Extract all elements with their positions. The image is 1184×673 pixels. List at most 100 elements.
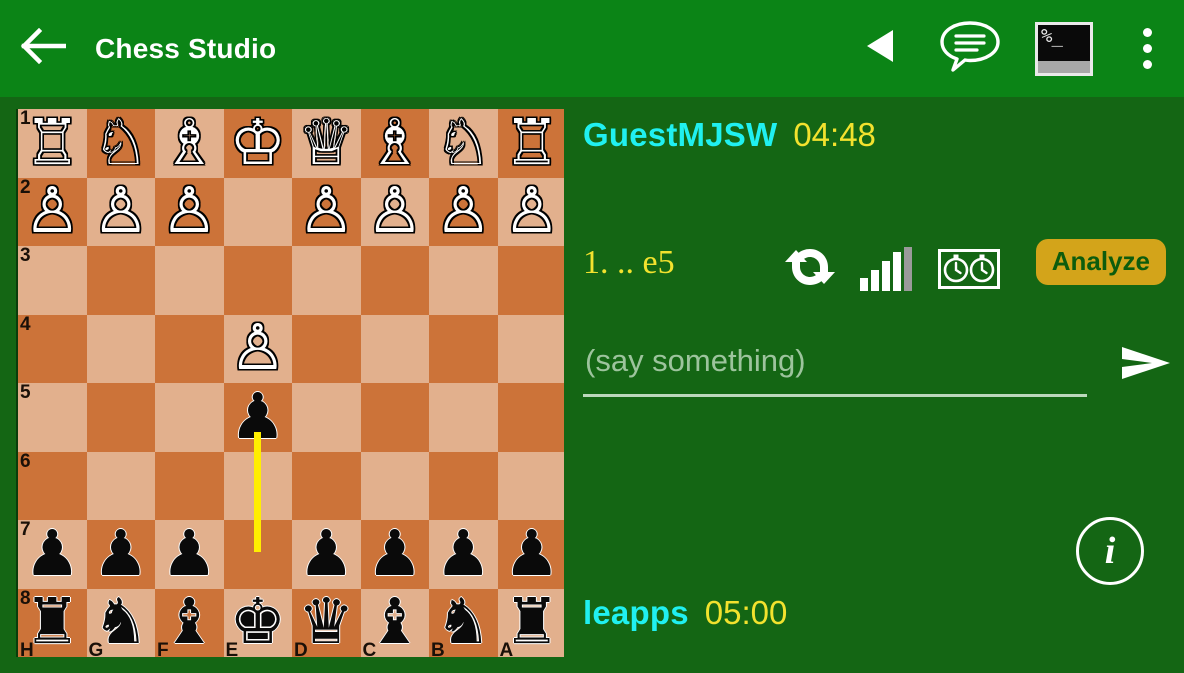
board-square[interactable]: ♙ — [155, 177, 224, 246]
board-square[interactable] — [292, 314, 361, 383]
board-square[interactable]: ♗ — [155, 109, 224, 178]
white-queen: ♕ — [298, 109, 355, 178]
game-side-panel: GuestMJSW 04:48 1. .. e5 Analyze (say so… — [566, 97, 1184, 673]
board-square[interactable]: ♔ — [223, 109, 292, 178]
black-pawn: ♟ — [24, 518, 81, 589]
board-square[interactable]: ♙ — [429, 177, 498, 246]
board-square[interactable] — [223, 520, 292, 589]
info-button[interactable]: i — [1076, 517, 1144, 585]
send-message-button[interactable] — [1111, 335, 1181, 393]
board-square[interactable] — [86, 314, 155, 383]
board-square[interactable] — [155, 314, 224, 383]
file-label: A — [499, 640, 514, 657]
board-square[interactable]: 5 — [18, 383, 87, 452]
board-square[interactable] — [155, 383, 224, 452]
board-square[interactable]: ♟ — [86, 520, 155, 589]
arrow-left-icon — [20, 27, 67, 69]
board-square[interactable]: G ♞ — [86, 588, 155, 657]
board-square[interactable] — [86, 451, 155, 520]
board-square[interactable]: ♟ — [497, 520, 564, 589]
analyze-button[interactable]: Analyze — [1035, 239, 1166, 285]
board-square[interactable]: 6 — [18, 451, 87, 520]
chat-button[interactable] — [922, 0, 1018, 97]
black-bishop: ♝ — [366, 587, 423, 657]
board-square[interactable]: E ♚ — [223, 588, 292, 657]
board-square[interactable] — [497, 314, 564, 383]
board-square[interactable]: 7 ♟ — [18, 520, 87, 589]
board-square[interactable] — [223, 177, 292, 246]
board-square[interactable]: ♗ — [360, 109, 429, 178]
board-square[interactable]: ♙ — [360, 177, 429, 246]
board-square[interactable] — [292, 383, 361, 452]
board-square[interactable]: ♙ — [497, 176, 564, 247]
white-pawn: ♙ — [503, 176, 560, 247]
rank-label: 1 — [20, 109, 31, 129]
board-square[interactable]: 3 — [18, 246, 87, 315]
board-square[interactable] — [497, 246, 564, 315]
board-square[interactable] — [497, 451, 564, 520]
board-square[interactable]: ♟ — [429, 520, 498, 589]
file-label: G — [88, 640, 104, 657]
chat-message-input[interactable] — [583, 333, 1087, 397]
board-square[interactable] — [292, 451, 361, 520]
console-button[interactable]: %_ — [1018, 0, 1110, 97]
white-knight: ♘ — [92, 109, 149, 178]
board-square[interactable]: ♟ — [155, 520, 224, 589]
board-square[interactable]: ♘ — [429, 109, 498, 178]
board-square[interactable]: ♙ — [292, 177, 361, 246]
board-square[interactable]: ♟ — [292, 520, 361, 589]
board-square[interactable] — [429, 383, 498, 452]
previous-move-button[interactable] — [842, 0, 922, 97]
board-square[interactable] — [497, 383, 564, 452]
black-bishop: ♝ — [161, 587, 218, 657]
board-square[interactable] — [360, 314, 429, 383]
board-square[interactable]: ♟ — [360, 518, 429, 589]
board-square[interactable] — [360, 451, 429, 520]
self-player-row: leapps 05:00 — [583, 594, 787, 632]
rank-label: 2 — [20, 176, 31, 198]
opponent-name: GuestMJSW — [583, 116, 778, 153]
board-square[interactable]: 4 — [18, 314, 87, 383]
board-square[interactable] — [292, 246, 361, 315]
board-square[interactable]: ♟ — [223, 383, 292, 452]
board-square[interactable]: B ♞ — [429, 588, 498, 657]
clock-settings-button[interactable] — [934, 241, 1004, 297]
back-button[interactable] — [0, 0, 86, 97]
board-square[interactable] — [86, 246, 155, 315]
chess-board-container[interactable]: 1 ♖ ♘ ♗ ♔ ♕ ♗ ♘ ♖ 2 ♙ ♙ ♙ ♙ ♙ ♙ ♙ 3 4 ♙ 5 ♟ 6 7 ♟ ♟ ♟ ♟ ♟ ♟ ♟ 8 H ♜ G ♞ F ♝ E ♚… — [16, 109, 564, 657]
board-square[interactable]: A ♜ — [497, 588, 564, 657]
board-square[interactable] — [155, 451, 224, 520]
white-pawn: ♙ — [24, 176, 81, 247]
file-label: B — [431, 640, 445, 657]
board-square[interactable]: D ♛ — [292, 588, 361, 657]
board-square[interactable]: C ♝ — [360, 587, 429, 657]
board-square[interactable] — [429, 451, 498, 520]
board-square[interactable] — [360, 383, 429, 452]
connection-strength-button[interactable] — [854, 241, 918, 297]
board-square[interactable] — [223, 246, 292, 315]
white-rook: ♖ — [503, 109, 560, 178]
chess-board[interactable]: 1 ♖ ♘ ♗ ♔ ♕ ♗ ♘ ♖ 2 ♙ ♙ ♙ ♙ ♙ ♙ ♙ 3 4 ♙ 5 ♟ 6 7 ♟ ♟ ♟ ♟ ♟ ♟ ♟ 8 H ♜ G ♞ F ♝ E ♚… — [18, 109, 564, 657]
board-square[interactable]: ♕ — [292, 109, 361, 178]
board-square[interactable] — [86, 383, 155, 452]
board-square[interactable]: 2 ♙ — [18, 176, 87, 247]
board-square[interactable] — [155, 246, 224, 315]
board-square[interactable]: ♘ — [86, 109, 155, 178]
play-back-triangle-icon — [860, 24, 904, 73]
self-clock: 05:00 — [704, 594, 788, 631]
board-square[interactable] — [429, 314, 498, 383]
board-square[interactable] — [223, 451, 292, 520]
black-pawn: ♟ — [366, 518, 423, 589]
board-square[interactable]: F ♝ — [155, 587, 224, 657]
board-square[interactable]: ♙ — [86, 177, 155, 246]
board-square[interactable]: ♙ — [223, 314, 292, 383]
page-title: Chess Studio — [95, 32, 277, 64]
board-square[interactable]: ♖ — [497, 109, 564, 178]
board-square[interactable] — [360, 246, 429, 315]
board-square[interactable] — [429, 246, 498, 315]
opponent-player-row: GuestMJSW 04:48 — [583, 116, 876, 154]
refresh-button[interactable] — [780, 241, 840, 297]
overflow-menu-button[interactable] — [1110, 0, 1184, 97]
board-square[interactable]: 8 H ♜ — [18, 588, 87, 657]
board-square[interactable]: 1 ♖ — [18, 109, 87, 178]
